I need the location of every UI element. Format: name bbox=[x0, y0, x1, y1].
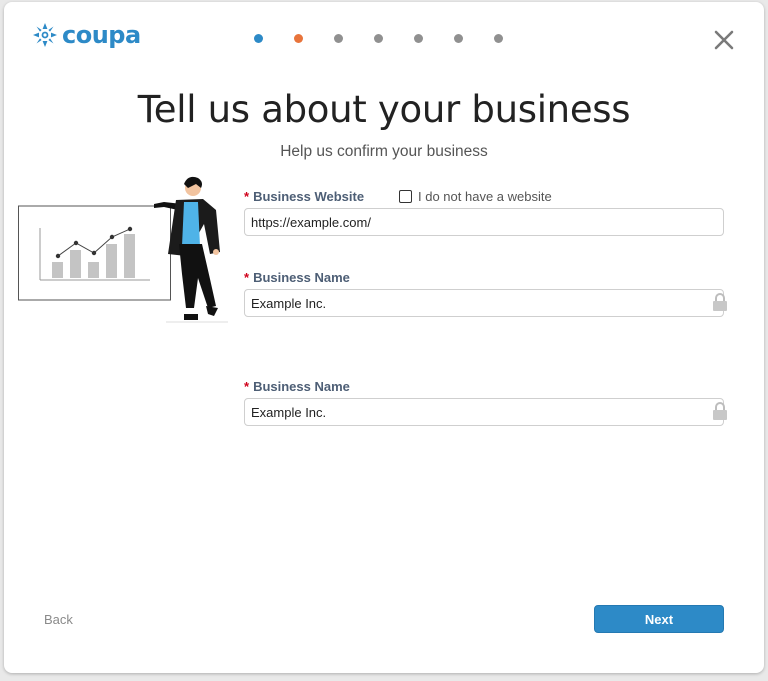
no-website-label: I do not have a website bbox=[418, 189, 552, 204]
business-name-label: * Business Name bbox=[244, 270, 350, 285]
onboarding-modal: coupa Tell us about your business Help u… bbox=[4, 2, 764, 673]
business-name-label-text: Business Name bbox=[253, 270, 350, 285]
business-name-value: Example Inc. bbox=[251, 295, 327, 311]
progress-steps bbox=[254, 34, 503, 43]
close-button[interactable] bbox=[712, 28, 736, 52]
lock-icon bbox=[713, 293, 727, 311]
business-name-label-text-2: Business Name bbox=[253, 379, 350, 394]
lock-icon bbox=[713, 402, 727, 420]
no-website-checkbox[interactable] bbox=[399, 190, 412, 203]
step-dot-6 bbox=[454, 34, 463, 43]
next-button[interactable]: Next bbox=[594, 605, 724, 633]
business-chart-illustration bbox=[18, 176, 228, 323]
website-input[interactable]: https://example.com/ bbox=[244, 208, 724, 236]
step-dot-7 bbox=[494, 34, 503, 43]
website-label-text: Business Website bbox=[253, 189, 365, 204]
step-dot-5 bbox=[414, 34, 423, 43]
coupa-logo: coupa bbox=[32, 22, 141, 48]
business-name-value-2: Example Inc. bbox=[251, 404, 327, 420]
brand-name: coupa bbox=[62, 21, 141, 49]
website-label: * Business Website bbox=[244, 189, 364, 204]
page-title: Tell us about your business bbox=[137, 88, 631, 131]
business-name-label-2: * Business Name bbox=[244, 379, 350, 394]
close-icon bbox=[714, 30, 734, 50]
required-marker: * bbox=[244, 189, 250, 204]
snowflake-logo-icon bbox=[33, 23, 57, 47]
business-name-input-2[interactable]: Example Inc. bbox=[244, 398, 724, 426]
business-name-input[interactable]: Example Inc. bbox=[244, 289, 724, 317]
required-marker: * bbox=[244, 379, 250, 394]
back-button[interactable]: Back bbox=[44, 612, 73, 627]
step-dot-4 bbox=[374, 34, 383, 43]
step-dot-1 bbox=[254, 34, 263, 43]
no-website-option[interactable]: I do not have a website bbox=[399, 189, 552, 204]
required-marker: * bbox=[244, 270, 250, 285]
step-dot-2 bbox=[294, 34, 303, 43]
page-subtitle: Help us confirm your business bbox=[280, 143, 488, 160]
step-dot-3 bbox=[334, 34, 343, 43]
website-input-value: https://example.com/ bbox=[251, 214, 371, 230]
